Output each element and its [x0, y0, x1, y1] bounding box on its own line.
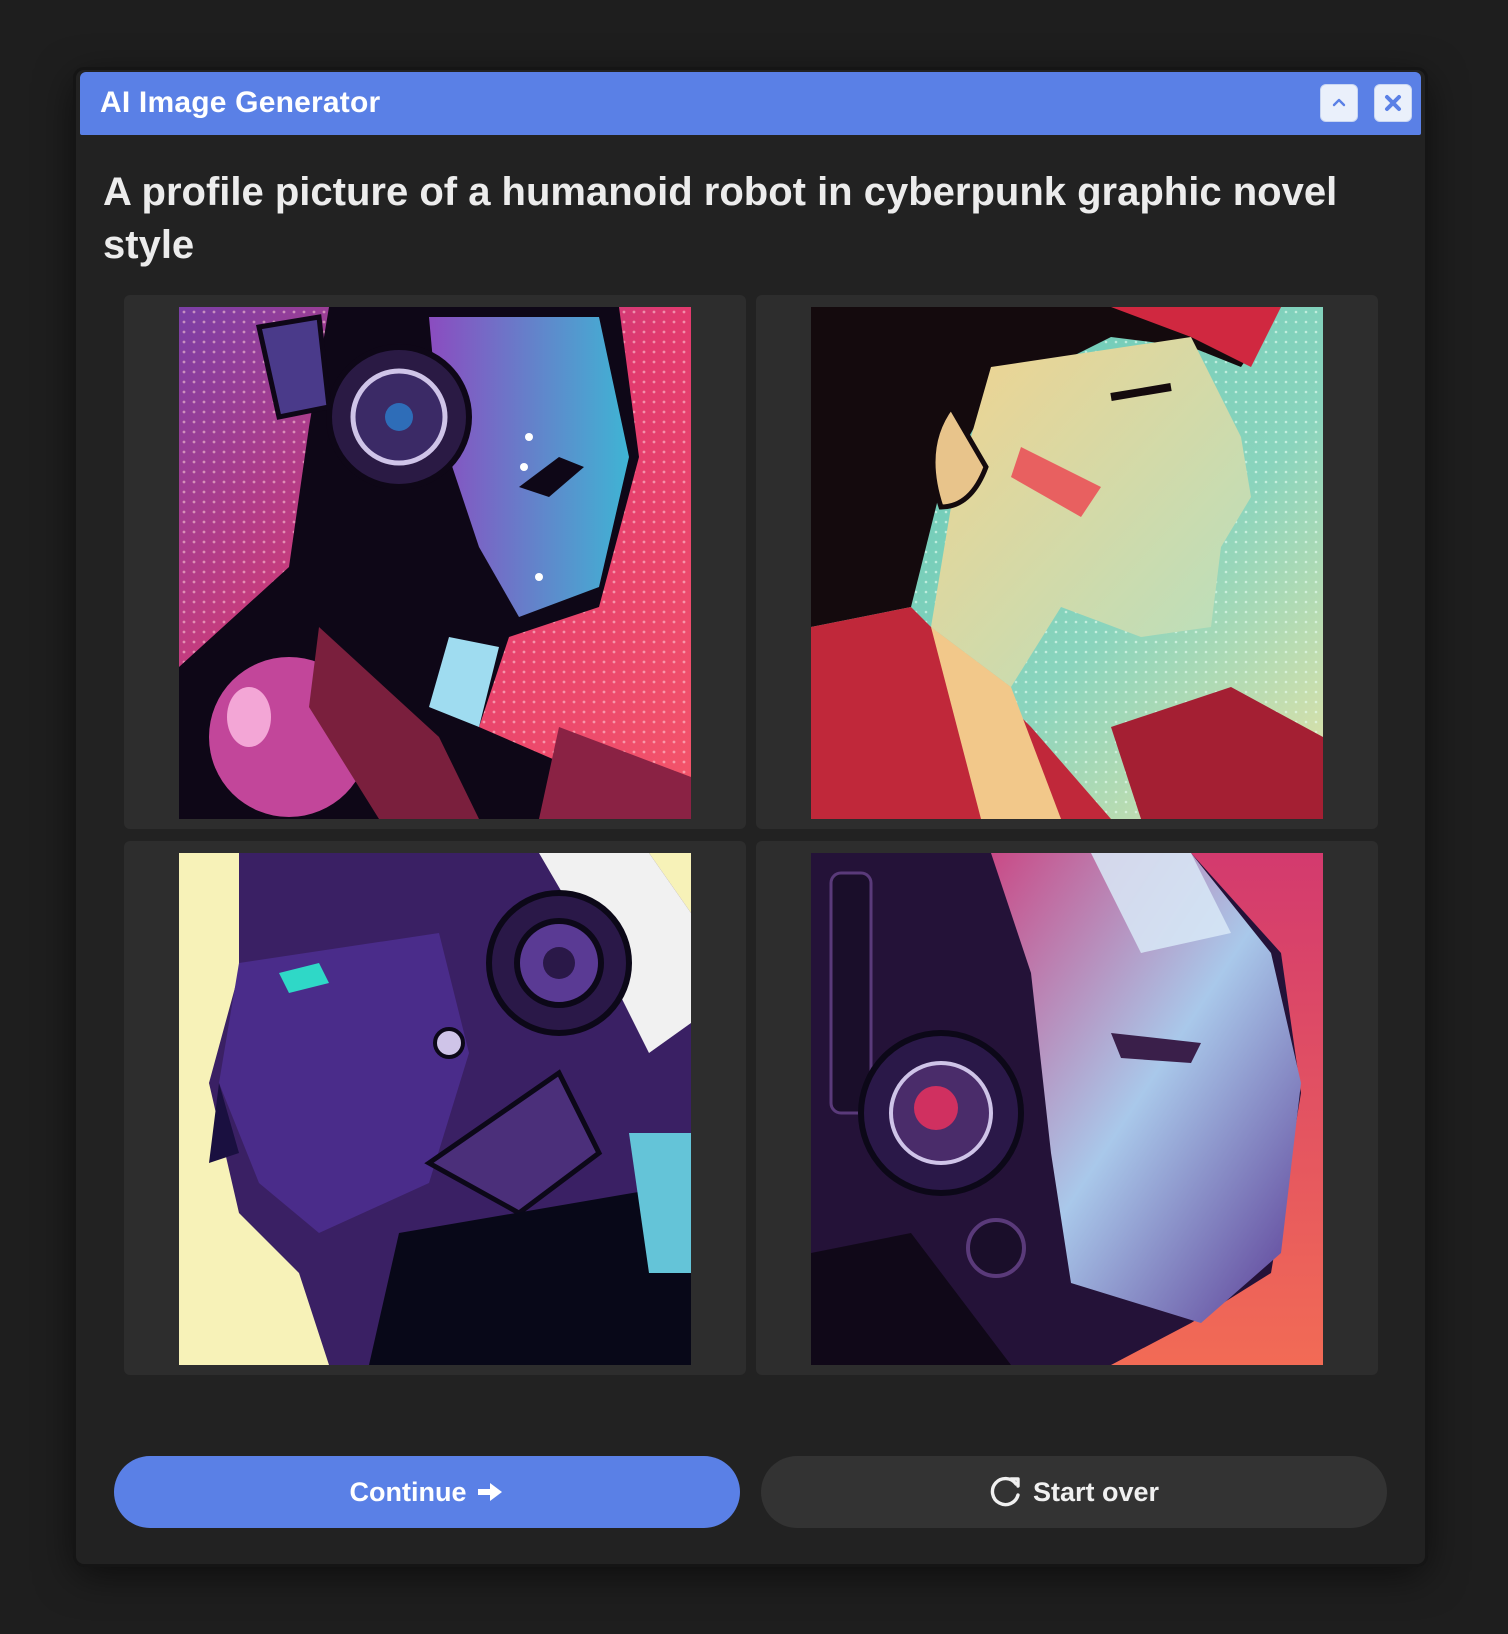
start-over-button[interactable]: Start over — [761, 1456, 1387, 1528]
start-over-label: Start over — [1032, 1476, 1160, 1507]
generated-image-2 — [811, 307, 1323, 819]
generated-image-1 — [179, 307, 691, 819]
ai-image-generator-dialog: AI Image Generator A profile picture of … — [76, 70, 1425, 1564]
arrow-right-icon — [478, 1483, 503, 1501]
refresh-icon — [990, 1476, 1020, 1507]
continue-button[interactable]: Continue — [114, 1456, 740, 1528]
window-title: AI Image Generator — [100, 86, 381, 119]
image-card-2[interactable] — [756, 295, 1378, 829]
generated-image-4 — [811, 853, 1323, 1365]
generated-image-3 — [179, 853, 691, 1365]
image-card-4[interactable] — [756, 841, 1378, 1375]
prompt-text: A profile picture of a humanoid robot in… — [103, 170, 1338, 267]
chevron-up-icon — [1332, 98, 1346, 107]
continue-label: Continue — [349, 1476, 467, 1507]
title-bar: AI Image Generator — [80, 72, 1421, 135]
collapse-button[interactable] — [1320, 84, 1358, 122]
image-card-3[interactable] — [124, 841, 746, 1375]
close-icon — [1385, 95, 1401, 111]
close-button[interactable] — [1374, 84, 1412, 122]
image-card-1[interactable] — [124, 295, 746, 829]
